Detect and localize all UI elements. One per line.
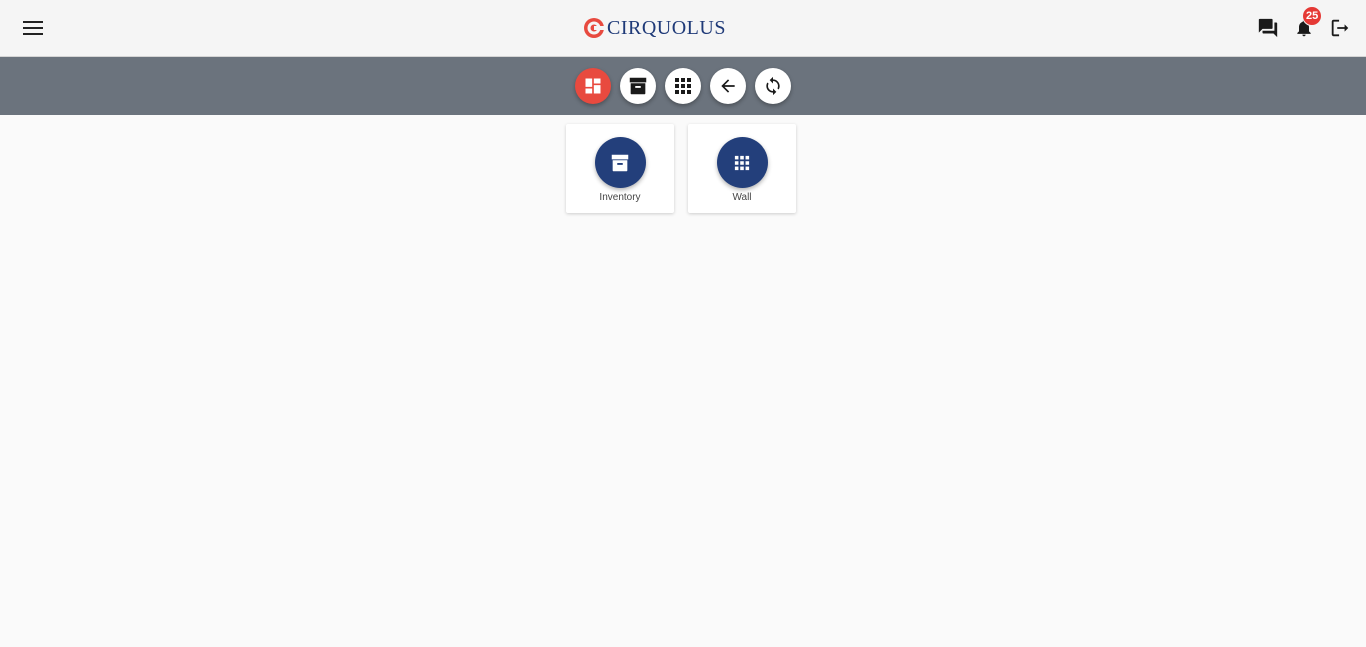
archive-icon [611,154,629,171]
refresh-button[interactable] [755,68,791,104]
action-toolbar [0,57,1366,115]
inventory-toolbar-button[interactable] [620,68,656,104]
arrow-left-icon [721,79,735,93]
dashboard-icon [585,78,601,94]
menu-icon [23,21,43,35]
chat-icon [1258,18,1278,38]
wall-card[interactable]: Wall [688,124,796,213]
wall-card-label: Wall [732,192,752,203]
menu-button[interactable] [18,13,48,43]
chat-button[interactable] [1254,14,1282,42]
top-app-bar: CIRQUOLUS 25 [0,0,1366,57]
header-actions: 25 [1246,6,1354,42]
dashboard-button[interactable] [575,68,611,104]
module-cards: Inventory Wall [566,124,810,213]
logo-text: CIRQUOLUS [607,16,726,39]
inventory-card-label: Inventory [599,192,641,203]
apps-grid-icon [734,155,750,170]
refresh-icon [766,76,780,96]
archive-icon [629,77,647,95]
app-logo[interactable]: CIRQUOLUS [583,15,726,41]
wall-card-icon-circle [716,137,768,188]
inventory-card[interactable]: Inventory [566,124,674,213]
apps-grid-icon [675,78,691,94]
inventory-card-icon-circle [594,137,646,188]
apps-button[interactable] [665,68,701,104]
logout-button[interactable] [1326,14,1354,42]
notifications-button[interactable]: 25 [1290,6,1323,42]
notification-badge: 25 [1302,6,1323,26]
logout-icon [1331,19,1349,37]
cirquolus-logo-mark [584,18,605,38]
back-button[interactable] [710,68,746,104]
